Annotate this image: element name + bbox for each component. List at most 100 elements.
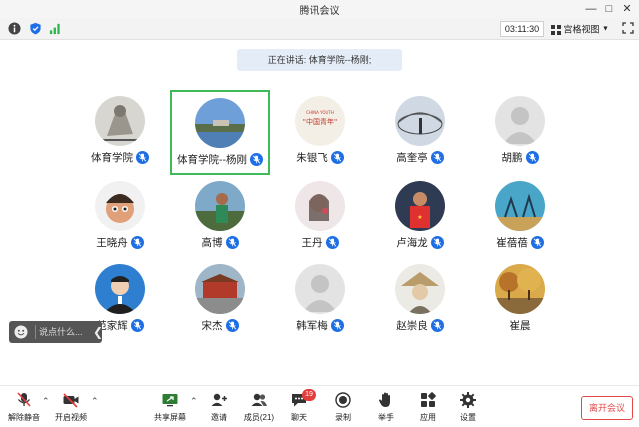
speaking-indicator: 正在讲话: 体育学院--杨刚; <box>237 49 402 71</box>
title-bar: 腾讯会议 — □ ✕ <box>0 0 639 18</box>
members-label: 成员(21) <box>243 413 275 422</box>
start-video-button[interactable]: 开启视频 <box>51 391 91 427</box>
participant-tile[interactable]: 赵崇良 <box>370 258 470 343</box>
raise-hand-label: 举手 <box>378 413 394 422</box>
participant-name: 体育学院 <box>91 152 133 164</box>
minimize-icon[interactable]: — <box>583 1 599 17</box>
settings-button[interactable]: 设置 <box>448 391 488 427</box>
athlete-photo-image: ★ <box>395 181 445 231</box>
collapse-chat-icon[interactable]: ❮ <box>93 321 103 343</box>
maximize-icon[interactable]: □ <box>601 1 617 17</box>
mic-muted-icon <box>430 319 444 332</box>
chat-placeholder: 说点什么... <box>39 327 83 337</box>
participant-name: 胡鹏 <box>501 152 523 164</box>
members-button[interactable]: 成员(21) <box>239 391 279 427</box>
autumn-trees-image <box>495 264 545 314</box>
mic-muted-icon <box>525 151 539 164</box>
participant-name-line: 体育学院--杨刚 <box>172 152 268 168</box>
chat-button[interactable]: 19 聊天 <box>279 389 319 427</box>
hand-icon <box>379 392 390 407</box>
volleyball-photo-image <box>495 181 545 231</box>
avatar <box>495 264 545 314</box>
participant-tile[interactable]: 崔晨 <box>470 258 570 343</box>
student-portrait-image <box>95 264 145 314</box>
participant-name: 高博 <box>201 237 223 249</box>
invite-button[interactable]: 邀请 <box>199 391 239 427</box>
share-screen-button[interactable]: 共享屏幕 <box>150 391 190 427</box>
participant-tile[interactable]: 高博 <box>170 175 270 260</box>
avatar <box>95 96 145 146</box>
avatar <box>195 264 245 314</box>
participant-name-line: 高奎亭 <box>370 150 470 166</box>
start-video-label: 开启视频 <box>55 413 87 422</box>
participant-name: 朱银飞 <box>296 152 328 164</box>
close-icon[interactable]: ✕ <box>619 1 635 17</box>
chevron-down-icon: ▼ <box>602 25 609 33</box>
window-title: 腾讯会议 <box>299 6 340 17</box>
participant-tile[interactable]: 体育学院--杨刚 <box>170 90 270 175</box>
straw-hat-sketch-image <box>395 264 445 314</box>
participant-name: 体育学院--杨刚 <box>177 154 247 166</box>
mic-muted-icon <box>250 153 263 166</box>
fullscreen-icon[interactable] <box>622 22 634 34</box>
participant-tile[interactable]: 王晓舟 <box>70 175 170 260</box>
record-button[interactable]: 录制 <box>323 391 363 427</box>
participant-tile[interactable]: "中国青年" CHINA YOUTH 朱银飞 <box>270 90 370 175</box>
participant-name-line: 崔晨 <box>470 318 570 334</box>
participant-name: 王晓舟 <box>96 237 128 249</box>
signal-icon[interactable] <box>49 22 62 35</box>
add-user-icon <box>211 393 227 406</box>
participant-name-line: 王丹 <box>270 235 370 251</box>
shield-icon[interactable] <box>29 22 42 35</box>
unmute-label: 解除静音 <box>8 413 40 422</box>
participant-tile[interactable]: 高奎亭 <box>370 90 470 175</box>
avatar <box>495 181 545 231</box>
camera-off-icon <box>63 393 79 408</box>
leave-meeting-button[interactable]: 离开会议 <box>581 396 633 420</box>
participant-tile[interactable]: 宋杰 <box>170 258 270 343</box>
chat-unread-badge: 19 <box>302 389 316 401</box>
view-mode-button[interactable]: 宫格视图 ▼ <box>551 21 615 37</box>
lake-landscape-image <box>195 98 245 148</box>
participant-name-line: 朱银飞 <box>270 150 370 166</box>
mic-muted-icon <box>225 319 239 332</box>
participant-tile[interactable]: 胡鹏 <box>470 90 570 175</box>
participant-tile[interactable]: ★ 卢海龙 <box>370 175 470 260</box>
share-screen-label: 共享屏幕 <box>154 413 186 422</box>
chat-input[interactable]: 说点什么... ❮ <box>9 321 103 343</box>
mic-muted-icon <box>430 236 444 249</box>
video-options-chevron-icon[interactable]: ⌃ <box>91 396 99 407</box>
emoji-icon[interactable] <box>14 325 28 339</box>
avatar <box>95 264 145 314</box>
raise-hand-button[interactable]: 举手 <box>366 391 406 427</box>
avatar <box>195 98 245 148</box>
tiananmen-photo-image <box>195 264 245 314</box>
participant-name-line: 崔蓓蓓 <box>470 235 570 251</box>
unmute-button[interactable]: 解除静音 <box>4 391 44 427</box>
audio-options-chevron-icon[interactable]: ⌃ <box>42 396 50 407</box>
participant-tile[interactable]: 体育学院 <box>70 90 170 175</box>
share-options-chevron-icon[interactable]: ⌃ <box>190 396 198 407</box>
participant-tile[interactable]: 王丹 <box>270 175 370 260</box>
mic-muted-icon <box>136 151 149 164</box>
participant-name: 崔晨 <box>509 320 531 332</box>
record-icon <box>335 392 351 408</box>
avatar <box>495 96 545 146</box>
participant-name-line: 赵崇良 <box>370 318 470 334</box>
participant-name-line: 宋杰 <box>170 318 270 334</box>
participant-tile[interactable]: 崔蓓蓓 <box>470 175 570 260</box>
china-youth-logo-image: "中国青年" CHINA YOUTH <box>295 96 345 146</box>
mic-muted-icon <box>325 236 339 249</box>
avatar: "中国青年" CHINA YOUTH <box>295 96 345 146</box>
mic-muted-icon <box>130 319 144 332</box>
grid-view-icon <box>551 24 561 35</box>
mic-muted-icon <box>17 392 31 407</box>
apps-button[interactable]: 应用 <box>408 391 448 427</box>
participant-name-line: 韩军梅 <box>270 318 370 334</box>
mic-muted-icon <box>430 151 444 164</box>
participant-name-line: 王晓舟 <box>70 235 170 251</box>
info-icon[interactable] <box>8 22 21 35</box>
avatar <box>295 181 345 231</box>
participant-tile[interactable]: 韩军梅 <box>270 258 370 343</box>
participant-name-line: 卢海龙 <box>370 235 470 251</box>
